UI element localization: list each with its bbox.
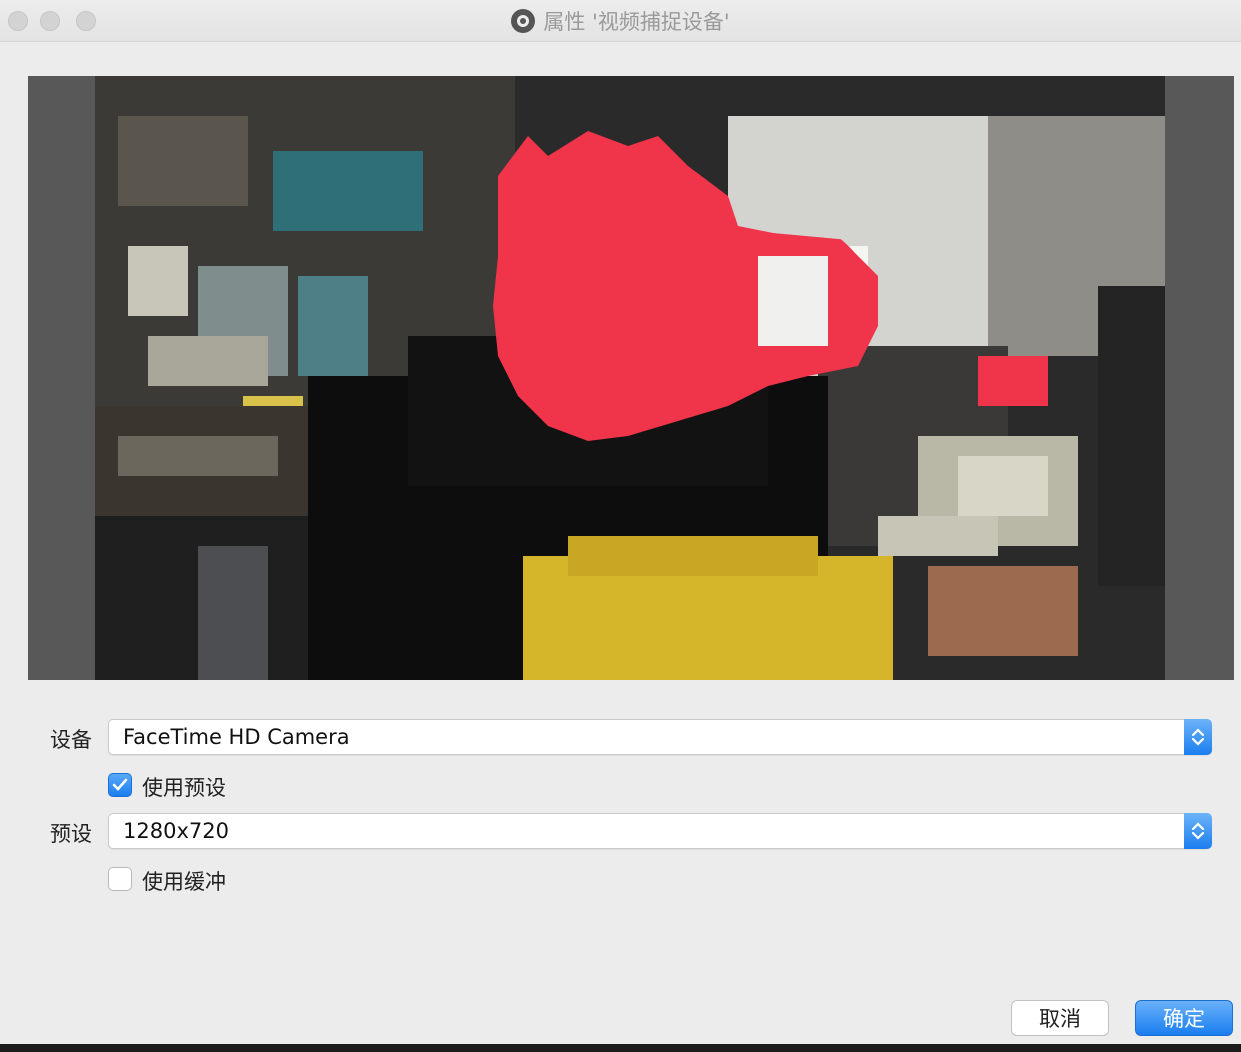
preset-label: 预设 xyxy=(50,822,92,846)
use-preset-checkbox[interactable] xyxy=(108,773,132,797)
bottom-edge xyxy=(0,1044,1241,1052)
device-select-value: FaceTime HD Camera xyxy=(123,725,350,749)
title-bar: 属性 '视频捕捉设备' xyxy=(0,0,1241,42)
window-title: 属性 '视频捕捉设备' xyxy=(543,10,730,34)
device-label: 设备 xyxy=(50,728,92,752)
select-stepper-icon[interactable] xyxy=(1184,719,1212,755)
checkmark-icon xyxy=(112,778,128,791)
preset-select-value: 1280x720 xyxy=(123,819,229,843)
cancel-button[interactable]: 取消 xyxy=(1011,1000,1109,1036)
camera-preview xyxy=(28,76,1234,680)
use-preset-label: 使用预设 xyxy=(142,776,226,800)
device-select[interactable]: FaceTime HD Camera xyxy=(108,719,1212,755)
preset-select[interactable]: 1280x720 xyxy=(108,813,1212,849)
obs-icon xyxy=(511,9,536,33)
use-buffer-label: 使用缓冲 xyxy=(142,870,226,894)
select-stepper-icon[interactable] xyxy=(1184,813,1212,849)
ok-button[interactable]: 确定 xyxy=(1135,1000,1233,1036)
window-title-group: 属性 '视频捕捉设备' xyxy=(0,8,1241,34)
camera-preview-image xyxy=(28,76,1234,680)
use-buffer-checkbox[interactable] xyxy=(108,867,132,891)
